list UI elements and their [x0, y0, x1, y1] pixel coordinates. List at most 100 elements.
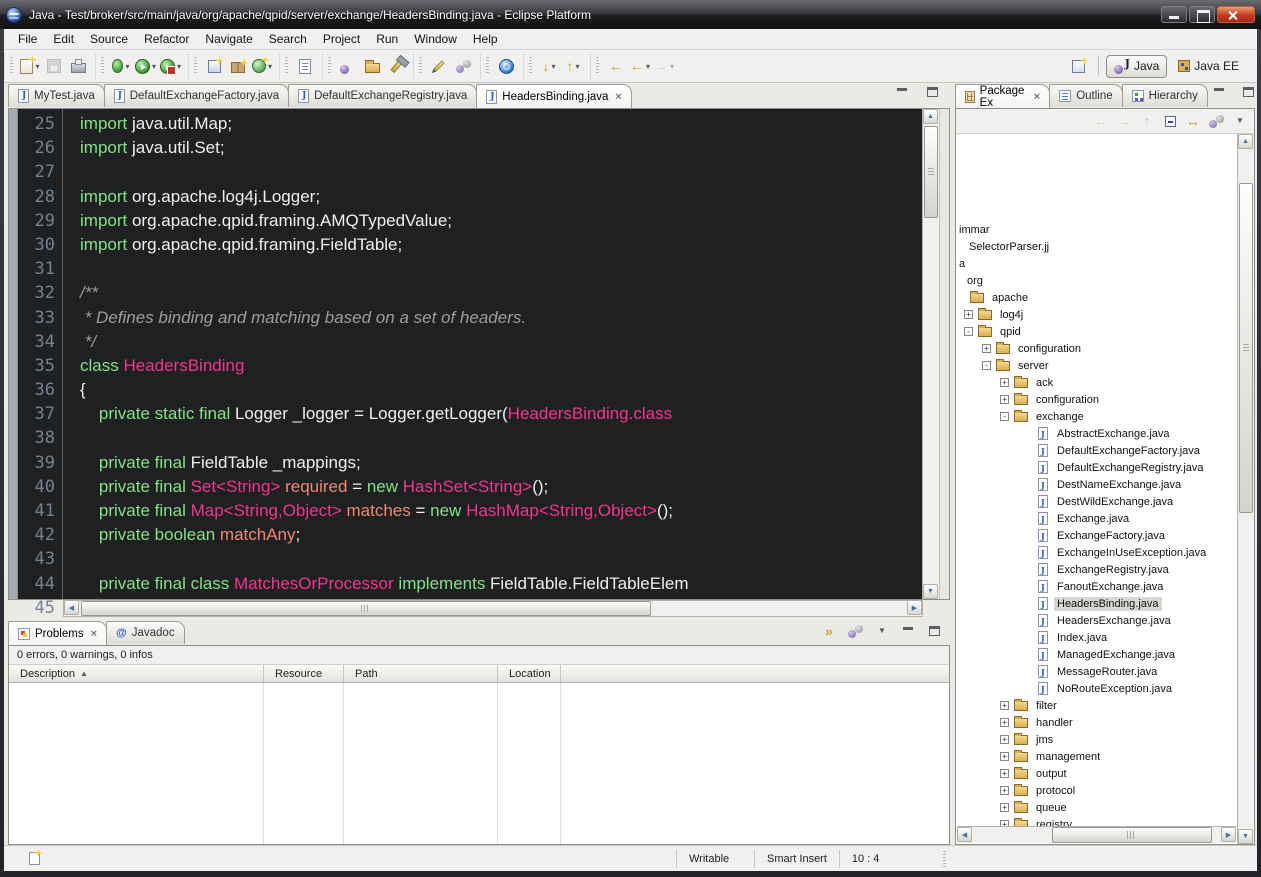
code-line[interactable]: {	[63, 378, 922, 402]
collapse-icon[interactable]: -	[1000, 412, 1009, 421]
tree-item-abstractexchange-java[interactable]: AbstractExchange.java	[956, 425, 1237, 442]
explorer-tab-hierarchy[interactable]: Hierarchy	[1122, 84, 1208, 107]
tree-item-configuration[interactable]: +configuration	[956, 391, 1237, 408]
tree-item-selectorparser-jj[interactable]: SelectorParser.jj	[956, 238, 1237, 255]
minimize-view-button[interactable]	[1207, 80, 1231, 104]
code-line[interactable]: import java.util.Set;	[63, 136, 922, 160]
run-button[interactable]: ▾	[133, 54, 158, 78]
scroll-right-icon[interactable]: ▶	[907, 600, 922, 615]
problems-tab-javadoc[interactable]: @Javadoc	[106, 621, 185, 644]
code-line[interactable]	[63, 257, 922, 281]
tree-item-immar[interactable]: immar	[956, 221, 1237, 238]
tree-item-apache[interactable]: apache	[956, 289, 1237, 306]
column-header-description[interactable]: Description▲	[9, 665, 264, 682]
previous-annotation-dropdown-icon[interactable]: ▾	[576, 62, 580, 71]
tree-item-defaultexchangefactory-java[interactable]: DefaultExchangeFactory.java	[956, 442, 1237, 459]
previous-annotation-button[interactable]: ↑▾	[561, 54, 585, 78]
code-line[interactable]: private final Map<String,Object> matches…	[63, 499, 922, 523]
open-resource-button[interactable]	[360, 54, 384, 78]
back-dropdown-icon[interactable]: ▾	[646, 62, 650, 71]
run-external-tools-dropdown-icon[interactable]: ▾	[177, 62, 181, 71]
editor-tab-headersbinding-java[interactable]: HeadersBinding.java×	[476, 84, 632, 108]
expand-icon[interactable]: +	[1000, 701, 1009, 710]
tree-item-server[interactable]: -server	[956, 357, 1237, 374]
mark-occurrences-button[interactable]	[427, 54, 451, 78]
new-java-package-button[interactable]	[226, 54, 250, 78]
fast-view-button[interactable]	[22, 847, 46, 871]
close-tab-icon[interactable]: ×	[1034, 91, 1040, 103]
save-button[interactable]	[42, 54, 66, 78]
explorer-vscroll-thumb[interactable]	[1239, 183, 1253, 513]
run-dropdown-icon[interactable]: ▾	[152, 62, 156, 71]
code-line[interactable]	[63, 547, 922, 571]
menu-help[interactable]: Help	[465, 30, 506, 48]
tree-item-queue[interactable]: +queue	[956, 799, 1237, 816]
new-java-class-button[interactable]: ▾	[250, 54, 274, 78]
focus-button[interactable]	[1206, 111, 1227, 131]
last-edit-location-button[interactable]: ←	[604, 54, 628, 78]
code-line[interactable]	[63, 160, 922, 184]
expand-icon[interactable]: +	[1000, 752, 1009, 761]
tree-item-ack[interactable]: +ack	[956, 374, 1237, 391]
tree-item-fanoutexchange-java[interactable]: FanoutExchange.java	[956, 578, 1237, 595]
new-wizard-button[interactable]: ▾	[18, 54, 42, 78]
tree-item-a[interactable]: a	[956, 255, 1237, 272]
editor-tab-defaultexchangeregistry-java[interactable]: DefaultExchangeRegistry.java	[288, 84, 477, 107]
forward-button[interactable]: →	[1114, 111, 1134, 131]
new-wizard-dropdown-icon[interactable]: ▾	[35, 62, 39, 71]
go-up-button[interactable]: ↑	[1137, 111, 1157, 131]
scroll-down-icon[interactable]: ▼	[923, 584, 938, 599]
close-tab-icon[interactable]: ×	[91, 628, 97, 640]
new-java-element-button[interactable]	[202, 54, 226, 78]
status-grip[interactable]	[943, 851, 946, 867]
run-external-tools-button[interactable]: ▾	[158, 54, 183, 78]
forward-dropdown-icon[interactable]: ▾	[670, 62, 674, 71]
annotation-ruler[interactable]	[9, 109, 18, 599]
code-editor[interactable]: 2526272829303132333435363738394041424344…	[8, 108, 950, 600]
code-text-area[interactable]: import java.util.Map;import java.util.Se…	[63, 109, 922, 599]
tree-item-handler[interactable]: +handler	[956, 714, 1237, 731]
scroll-left-icon[interactable]: ◀	[64, 600, 79, 615]
menu-search[interactable]: Search	[261, 30, 315, 48]
new-java-class-dropdown-icon[interactable]: ▾	[268, 62, 272, 71]
line-number-ruler[interactable]: 2526272829303132333435363738394041424344…	[18, 109, 63, 599]
problems-table-body[interactable]	[9, 683, 949, 844]
expand-icon[interactable]: +	[1000, 803, 1009, 812]
editor-tab-mytest-java[interactable]: MyTest.java	[8, 84, 105, 107]
tree-item-headersbinding-java[interactable]: HeadersBinding.java	[956, 595, 1237, 612]
menu-source[interactable]: Source	[82, 30, 136, 48]
open-web-browser-button[interactable]	[494, 54, 518, 78]
code-line[interactable]: */	[63, 330, 922, 354]
code-line[interactable]: import org.apache.log4j.Logger;	[63, 185, 922, 209]
tree-item-destwildexchange-java[interactable]: DestWildExchange.java	[956, 493, 1237, 510]
back-button[interactable]: ←	[1091, 111, 1111, 131]
editor-tab-defaultexchangefactory-java[interactable]: DefaultExchangeFactory.java	[104, 84, 289, 107]
menu-window[interactable]: Window	[406, 30, 465, 48]
tree-item-exchange[interactable]: -exchange	[956, 408, 1237, 425]
code-line[interactable]: private final FieldTable _mappings;	[63, 451, 922, 475]
tree-item-management[interactable]: +management	[956, 748, 1237, 765]
expand-icon[interactable]: +	[982, 344, 991, 353]
explorer-horizontal-scrollbar[interactable]: ◀ ▶	[957, 826, 1236, 843]
minimize-window-button[interactable]	[1161, 6, 1187, 23]
collapse-icon[interactable]: -	[964, 327, 973, 336]
expand-icon[interactable]: +	[1000, 395, 1009, 404]
explorer-tab-package-ex[interactable]: Package Ex×	[955, 84, 1050, 108]
open-type-button[interactable]	[336, 54, 360, 78]
expand-icon[interactable]: +	[1000, 769, 1009, 778]
maximize-window-button[interactable]	[1189, 6, 1215, 23]
tree-item-norouteexception-java[interactable]: NoRouteException.java	[956, 680, 1237, 697]
code-line[interactable]: private boolean matchAny;	[63, 523, 922, 547]
tree-item-org[interactable]: org	[956, 272, 1237, 289]
task-snippet-button[interactable]	[293, 54, 317, 78]
menu-run[interactable]: Run	[368, 30, 406, 48]
tree-item-headersexchange-java[interactable]: HeadersExchange.java	[956, 612, 1237, 629]
code-line[interactable]: private final Set<String> required = new…	[63, 475, 922, 499]
scroll-down-icon[interactable]: ▼	[1238, 829, 1253, 844]
tree-item-configuration[interactable]: +configuration	[956, 340, 1237, 357]
tree-item-filter[interactable]: +filter	[956, 697, 1237, 714]
tree-item-exchangeinuseexception-java[interactable]: ExchangeInUseException.java	[956, 544, 1237, 561]
tree-item-output[interactable]: +output	[956, 765, 1237, 782]
title-bar[interactable]: Java - Test/broker/src/main/java/org/apa…	[0, 0, 1261, 29]
search-button[interactable]	[384, 54, 408, 78]
